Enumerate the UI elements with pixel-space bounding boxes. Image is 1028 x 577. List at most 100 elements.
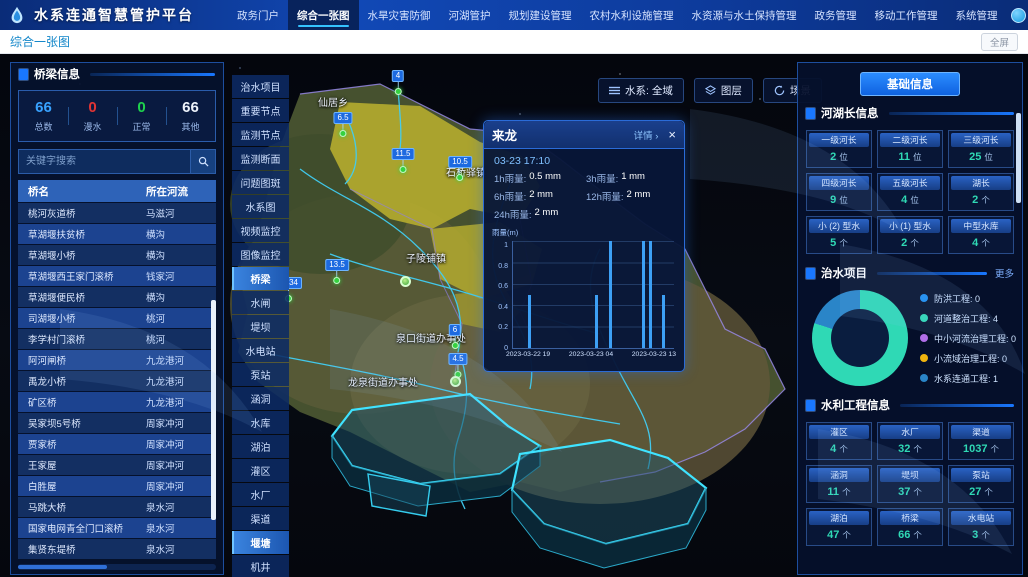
map-canvas[interactable]: 仙居乡 石桥驿镇 子陵铺镇 泉口街道办事处 龙泉街道办事处 4 6.5 11.5… <box>0 54 1028 577</box>
horizontal-scrollbar[interactable] <box>18 564 216 570</box>
layer-menu-item[interactable]: 视频监控 <box>232 219 289 242</box>
table-row[interactable]: 桃河灰道桥 马滋河 <box>18 203 216 223</box>
metric-item: 3h雨量:1 mm <box>586 171 674 185</box>
nav-item[interactable]: 综合一张图 <box>288 0 359 30</box>
layer-menu-item[interactable]: 问题图斑 <box>232 171 289 194</box>
basic-info-tab[interactable]: 基础信息 <box>860 72 960 96</box>
stat-cell: 泵站 27 个 <box>948 465 1014 503</box>
user-menu[interactable]: hhzb42080201 ∨ <box>1011 8 1028 23</box>
search-button[interactable] <box>190 149 216 174</box>
station-marker[interactable]: 4.5 <box>448 353 467 378</box>
station-marker[interactable]: 11.5 <box>392 148 415 173</box>
layer-menu-item[interactable]: 水闸 <box>232 291 289 314</box>
more-link[interactable]: 更多 <box>995 266 1014 280</box>
layer-menu-item[interactable]: 堤坝 <box>232 315 289 338</box>
table-row[interactable]: 集贤东堤桥 泉水河 <box>18 539 216 559</box>
nav-item[interactable]: 移动工作管理 <box>866 0 947 30</box>
main-menu: 政务门户综合一张图水旱灾害防御河湖管护规划建设管理农村水利设施管理水资源与水土保… <box>228 0 1007 30</box>
top-nav: 水系连通智慧管护平台 政务门户综合一张图水旱灾害防御河湖管护规划建设管理农村水利… <box>0 0 1028 30</box>
station-marker[interactable]: 6 <box>449 324 461 349</box>
layer-menu-item[interactable]: 水电站 <box>232 339 289 362</box>
table-row[interactable]: 白胜屋 周家冲河 <box>18 476 216 496</box>
table-row[interactable]: 草湖堰小桥 横沟 <box>18 245 216 265</box>
table-row[interactable]: 国家电网青全门口滚桥 泉水河 <box>18 518 216 538</box>
table-row[interactable]: 司湖堰小桥 桃河 <box>18 308 216 328</box>
popup-detail-link[interactable]: 详情 › <box>634 128 659 142</box>
projects-legend: 防洪工程: 0 河道整治工程: 4 中小河流治理工程: 0 小流域治理工程: 0… <box>920 292 1016 385</box>
station-marker[interactable]: 4 <box>392 70 404 95</box>
layer-menu-item[interactable]: 图像监控 <box>232 243 289 266</box>
layer-menu-item[interactable]: 治水项目 <box>232 75 289 98</box>
table-row[interactable]: 草湖堰便民桥 横沟 <box>18 287 216 307</box>
nav-item[interactable]: 农村水利设施管理 <box>581 0 683 30</box>
table-row[interactable]: 草湖堰西王家门滚桥 钱家河 <box>18 266 216 286</box>
layer-menu-item[interactable]: 机井 <box>232 555 289 577</box>
layer-menu-item[interactable]: 湖泊 <box>232 435 289 458</box>
nav-item[interactable]: 系统管理 <box>947 0 1007 30</box>
layer-menu-item[interactable]: 水厂 <box>232 483 289 506</box>
layer-menu-item[interactable]: 水系图 <box>232 195 289 218</box>
chart-plot-area <box>512 241 674 349</box>
layer-menu-item[interactable]: 泵站 <box>232 363 289 386</box>
section-divider <box>889 112 1015 115</box>
layers-button[interactable]: 图层 <box>694 78 753 103</box>
rainfall-chart: 雨量(m) 10.80.60.40.20 2023-03-22 192023-0… <box>492 229 676 363</box>
table-row[interactable]: 马跳大桥 泉水河 <box>18 497 216 517</box>
layer-menu-item[interactable]: 监测节点 <box>232 123 289 146</box>
nav-item[interactable]: 政务门户 <box>228 0 288 30</box>
table-body: 桃河灰道桥 马滋河 草湖堰扶贫桥 横沟 草湖堰小桥 横沟 草湖堰西王家门滚桥 钱… <box>18 202 216 560</box>
nav-item[interactable]: 河湖管护 <box>440 0 500 30</box>
nav-item[interactable]: 水资源与水土保持管理 <box>683 0 806 30</box>
layer-menu-item[interactable]: 监测断面 <box>232 147 289 170</box>
table-row[interactable]: 贾家桥 周家冲河 <box>18 434 216 454</box>
table-row[interactable]: 草湖堰扶贫桥 横沟 <box>18 224 216 244</box>
layer-menu-item[interactable]: 桥梁 <box>232 267 289 290</box>
station-marker[interactable]: 13.5 <box>325 259 349 284</box>
column-header: 所在河流 <box>142 184 216 199</box>
marker-value: 10.5 <box>448 156 472 168</box>
map-layer-menu: 治水项目重要节点监测节点监测断面问题图斑水系图视频监控图像监控桥梁水闸堤坝水电站… <box>232 75 289 577</box>
section-title: 水利工程信息 <box>821 397 890 413</box>
camera-pin-icon[interactable] <box>400 276 411 287</box>
station-marker[interactable]: 6.5 <box>333 112 352 137</box>
stat-cell: 渠道 1037 个 <box>948 422 1014 460</box>
stat-cell: 灌区 4 个 <box>806 422 872 460</box>
fullscreen-button[interactable]: 全屏 <box>981 33 1018 51</box>
layer-menu-item[interactable]: 涵洞 <box>232 387 289 410</box>
table-row[interactable]: 李学村门滚桥 桃河 <box>18 329 216 349</box>
section-divider <box>90 73 215 76</box>
vertical-scrollbar[interactable] <box>211 300 216 520</box>
water-system-select[interactable]: 水系: 全域 <box>598 78 684 103</box>
stat-cell: 一级河长 2 位 <box>806 130 872 168</box>
close-icon[interactable]: × <box>668 128 676 141</box>
table-row[interactable]: 吴家坝5号桥 周家冲河 <box>18 413 216 433</box>
legend-dot-icon <box>920 354 928 362</box>
marker-value: 4.5 <box>448 353 467 365</box>
stat-cell: 水厂 32 个 <box>877 422 943 460</box>
table-row[interactable]: 阿河闸桥 九龙港河 <box>18 350 216 370</box>
station-marker[interactable]: 10.5 <box>448 156 472 181</box>
layer-menu-item[interactable]: 灌区 <box>232 459 289 482</box>
pin-icon <box>333 277 340 284</box>
search-input[interactable] <box>18 149 190 174</box>
layer-menu-item[interactable]: 堰塘 <box>232 531 289 554</box>
camera-pin-icon[interactable] <box>450 376 461 387</box>
layer-menu-item[interactable]: 渠道 <box>232 507 289 530</box>
layer-menu-item[interactable]: 水库 <box>232 411 289 434</box>
app-logo-water-drop-icon <box>8 6 26 24</box>
panel-scrollbar[interactable] <box>1016 113 1021 203</box>
stat-cell: 湖泊 47 个 <box>806 508 872 546</box>
marker-value: 11.5 <box>392 148 415 160</box>
breadcrumb: 综合一张图 <box>10 33 70 50</box>
table-row[interactable]: 矿区桥 九龙港河 <box>18 392 216 412</box>
chart-y-axis-label: 雨量(m) <box>492 227 518 238</box>
nav-item[interactable]: 政务管理 <box>806 0 866 30</box>
layers-icon <box>705 85 716 96</box>
pin-icon <box>456 174 463 181</box>
table-row[interactable]: 王家屋 周家冲河 <box>18 455 216 475</box>
table-row[interactable]: 禹龙小桥 九龙港河 <box>18 371 216 391</box>
stat-cell: 湖长 2 个 <box>948 173 1014 211</box>
nav-item[interactable]: 规划建设管理 <box>500 0 581 30</box>
layer-menu-item[interactable]: 重要节点 <box>232 99 289 122</box>
nav-item[interactable]: 水旱灾害防御 <box>359 0 440 30</box>
